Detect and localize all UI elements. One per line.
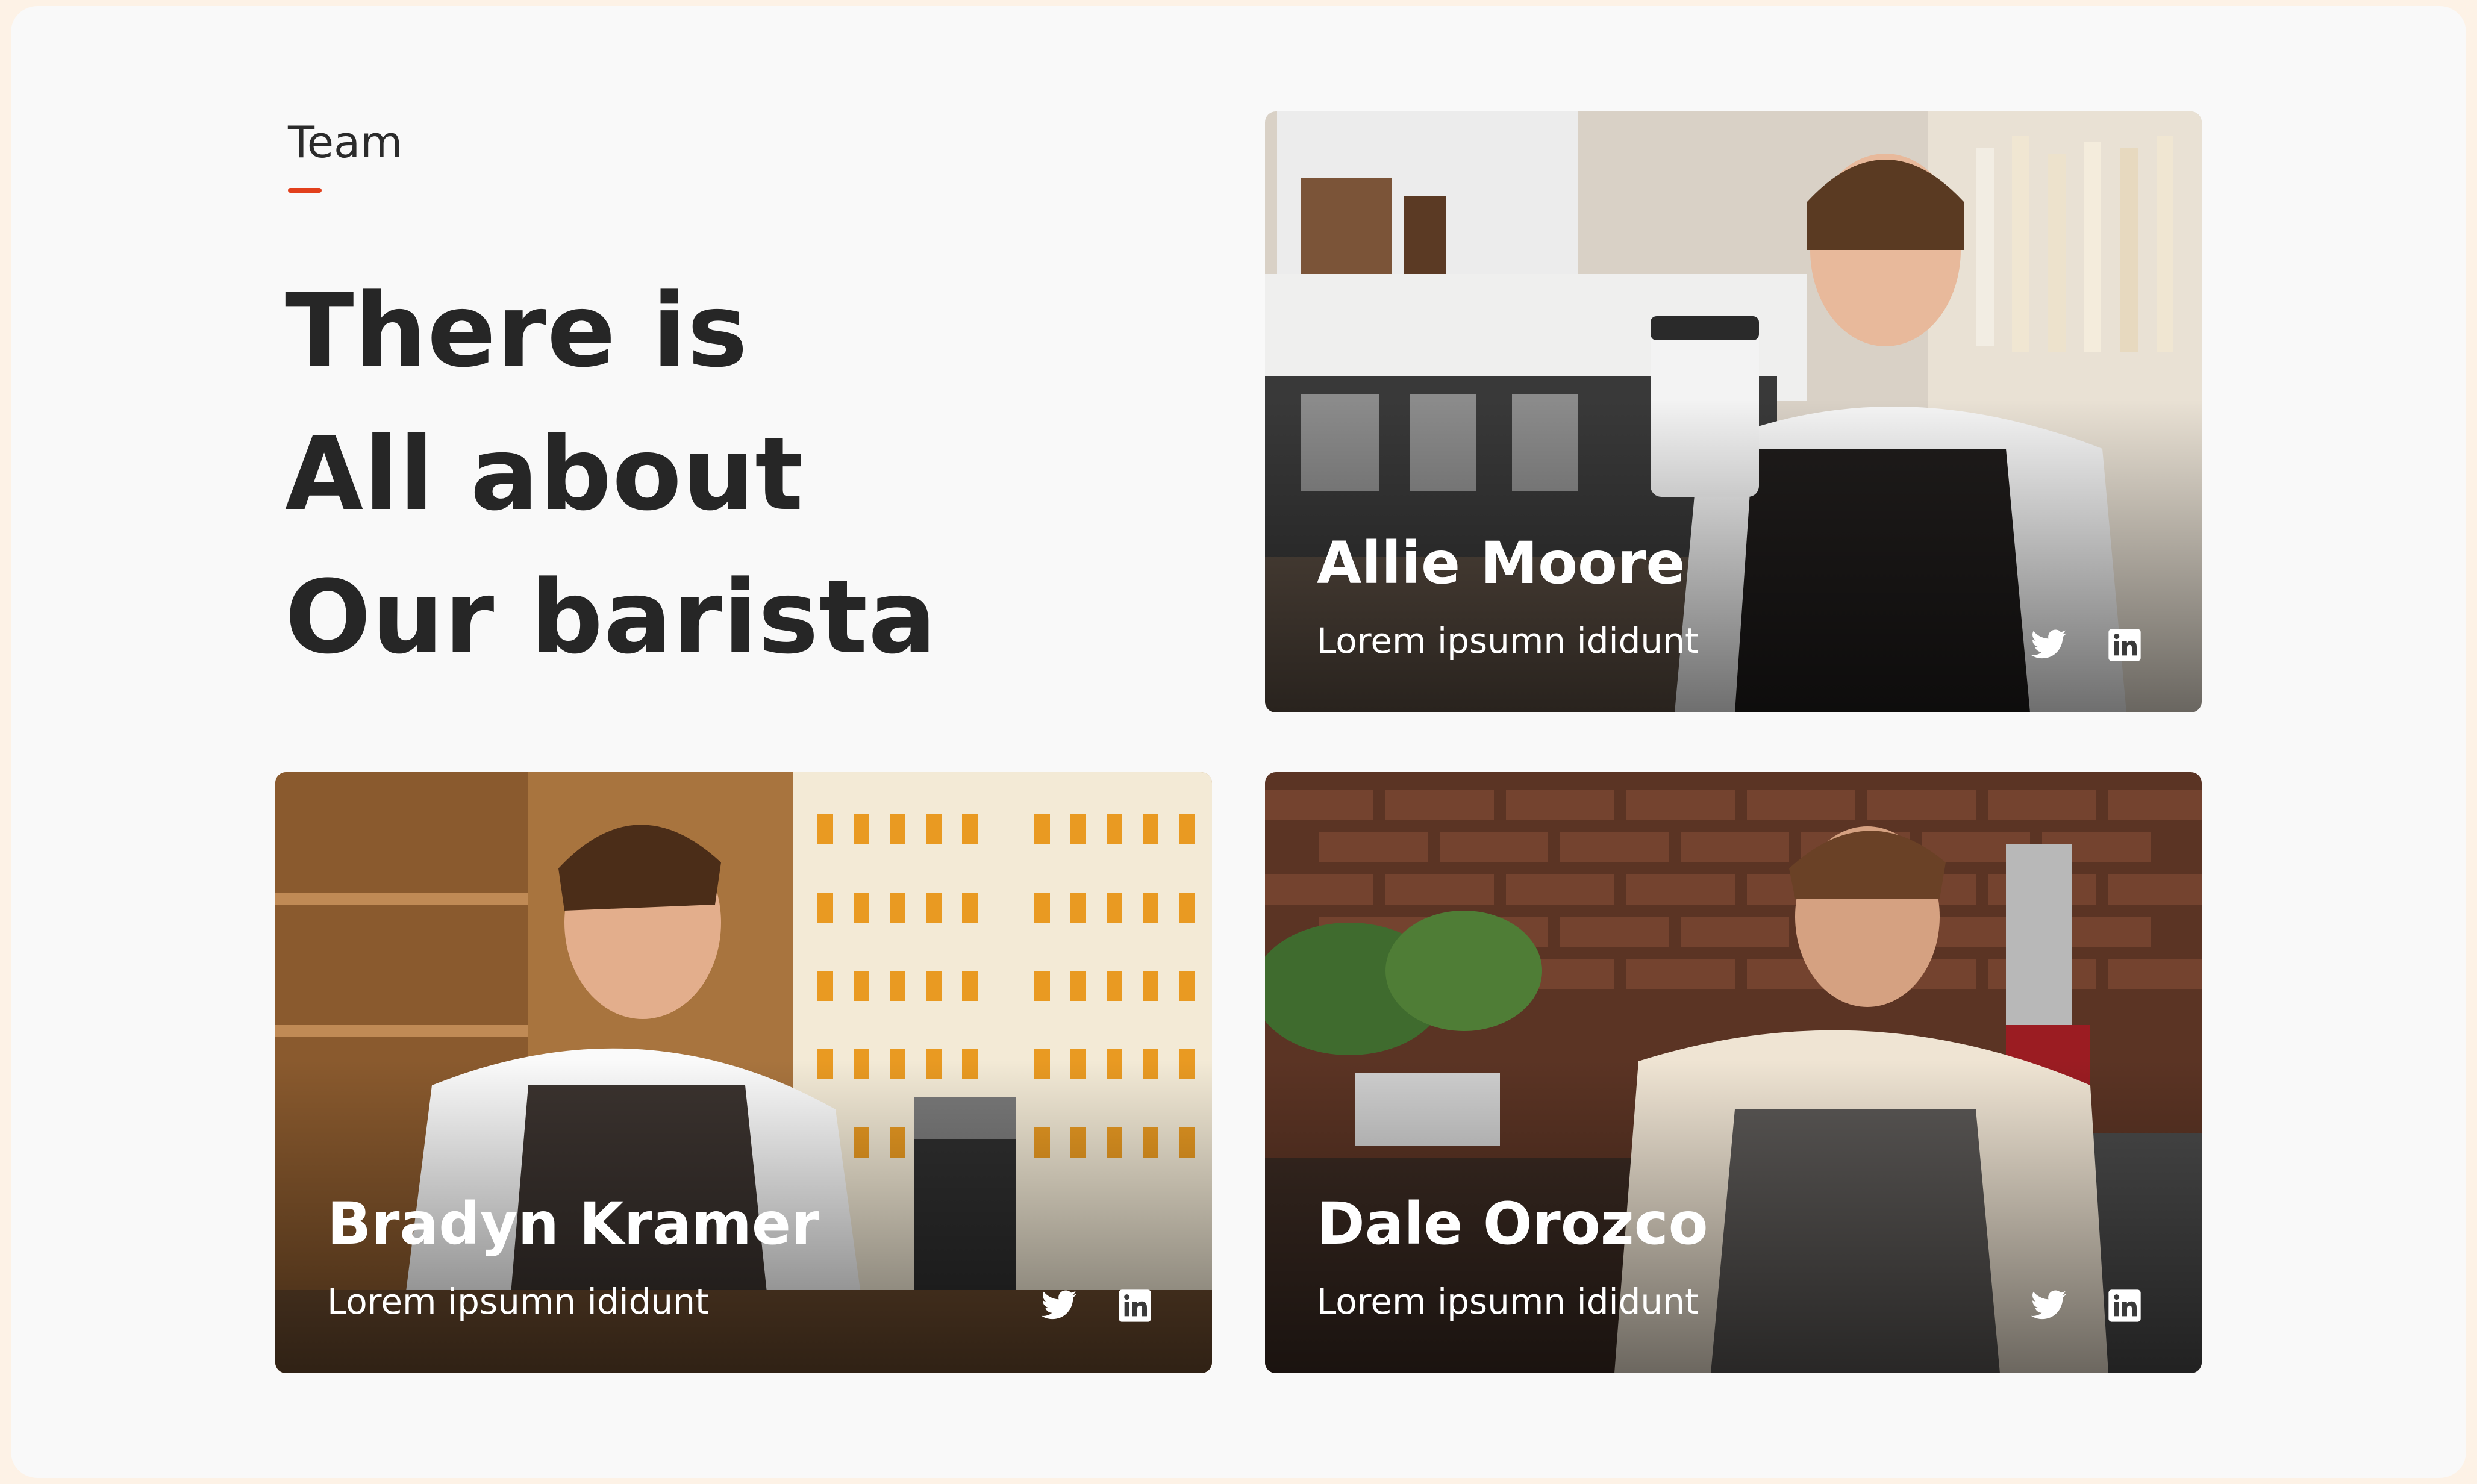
headline-line-3: Our barista xyxy=(285,558,937,676)
eyebrow-underline xyxy=(288,188,322,193)
linkedin-icon[interactable] xyxy=(2105,1286,2144,1325)
twitter-icon[interactable] xyxy=(1040,1286,1078,1325)
team-card-allie-moore: Allie Moore Lorem ipsumn ididunt xyxy=(1265,111,2202,712)
barista-role: Lorem ipsumn ididunt xyxy=(1317,620,1699,661)
section-headline: There is All about Our barista xyxy=(285,259,1189,689)
twitter-icon[interactable] xyxy=(2029,626,2068,664)
barista-role: Lorem ipsumn ididunt xyxy=(327,1281,709,1322)
team-card-bradyn-kramer: Bradyn Kramer Lorem ipsumn ididunt xyxy=(275,772,1212,1373)
barista-name: Bradyn Kramer xyxy=(327,1190,820,1258)
team-card-dale-orozco: Dale Orozco Lorem ipsumn ididunt xyxy=(1265,772,2202,1373)
section-eyebrow: Team xyxy=(288,117,403,167)
barista-role: Lorem ipsumn ididunt xyxy=(1317,1281,1699,1322)
linkedin-icon[interactable] xyxy=(2105,626,2144,664)
barista-name: Allie Moore xyxy=(1317,529,1685,597)
linkedin-icon[interactable] xyxy=(1116,1286,1154,1325)
twitter-icon[interactable] xyxy=(2029,1286,2068,1325)
headline-line-1: There is xyxy=(285,272,749,390)
barista-name: Dale Orozco xyxy=(1317,1190,1708,1258)
headline-line-2: All about xyxy=(285,415,804,533)
